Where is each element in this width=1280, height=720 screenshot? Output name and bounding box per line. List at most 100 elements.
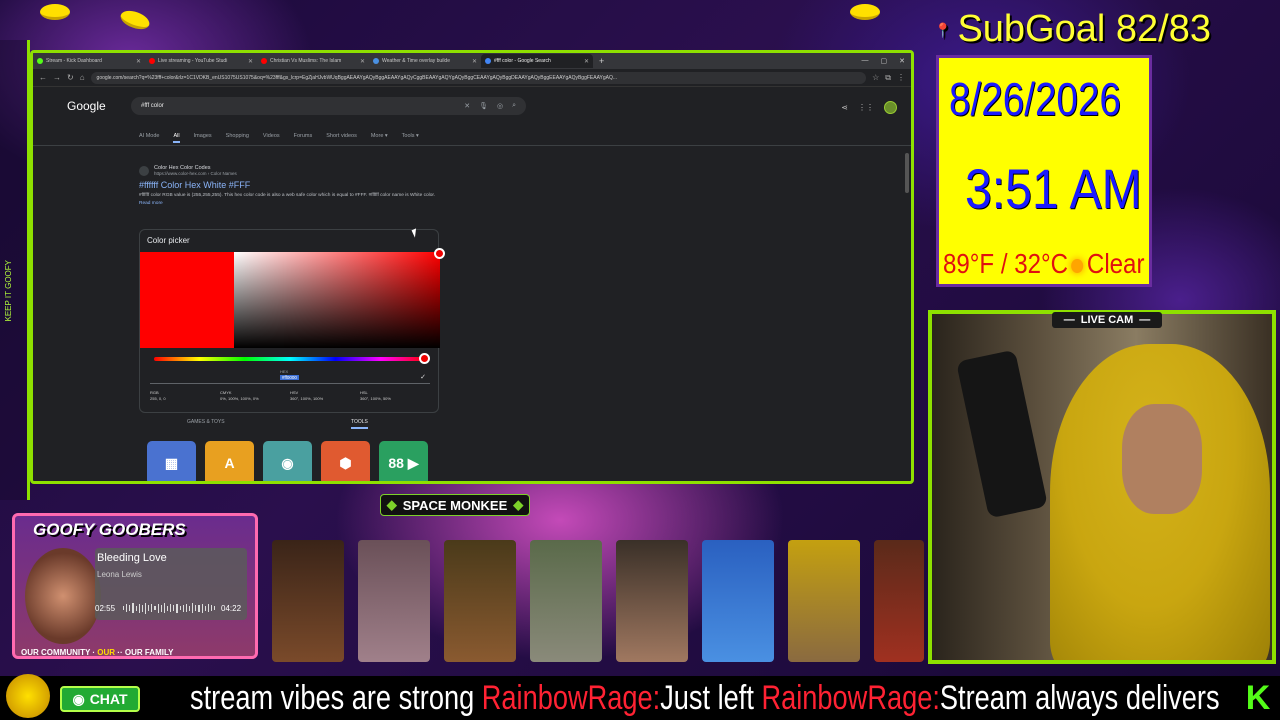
scrollbar[interactable] <box>905 153 909 193</box>
color-value[interactable]: CMYK 0%, 100%, 100%, 0% <box>220 390 290 402</box>
close-icon[interactable]: ✕ <box>899 57 905 65</box>
tab-close-icon[interactable]: ✕ <box>584 58 589 65</box>
waveform-bar <box>123 606 125 610</box>
chat-button[interactable]: ◉ CHAT <box>60 686 140 712</box>
saturation-value-area[interactable] <box>234 252 440 348</box>
voice-search-icon[interactable]: 🎙 <box>479 102 488 110</box>
color-value[interactable]: HSV 360°, 100%, 100% <box>290 390 360 402</box>
song-duration: 04:22 <box>221 604 242 613</box>
hex-value[interactable]: #ff0000 <box>280 375 299 380</box>
apps-grid-icon[interactable]: ⋮⋮ <box>858 103 874 112</box>
browser-window: Stream - Kick Dashboard ✕ Live streaming -… <box>30 50 914 484</box>
tab-favicon-icon <box>37 58 43 64</box>
tools-tab[interactable]: TOOLS <box>351 419 368 429</box>
search-tab[interactable]: Shopping <box>226 133 249 143</box>
reload-icon[interactable]: ↻ <box>67 73 74 82</box>
result-title-link[interactable]: #ffffff Color Hex White #FFF <box>139 180 439 190</box>
translate-app-icon[interactable]: A <box>205 441 254 481</box>
tab-close-icon[interactable]: ✕ <box>360 58 365 65</box>
waveform-bar <box>182 604 184 612</box>
tab-close-icon[interactable]: ✕ <box>248 58 253 65</box>
read-more-link[interactable]: Read more <box>139 201 163 206</box>
selected-color-swatch <box>140 252 234 348</box>
home-icon[interactable]: ⌂ <box>80 73 85 82</box>
waveform-bar <box>210 605 213 611</box>
avatar <box>530 540 602 662</box>
waveform-bar <box>151 604 153 612</box>
chat-icon: ◉ <box>72 690 85 707</box>
check-icon[interactable]: ✓ <box>420 373 426 381</box>
site-cite[interactable]: https://www.color-hex.com › Color Names <box>154 171 237 176</box>
metronome-app-icon[interactable]: 88 ▶ <box>379 441 428 481</box>
browser-tab[interactable]: Christian Vs Muslims: The Islam ✕ <box>257 54 369 68</box>
bookmark-star-icon[interactable]: ☆ <box>872 73 879 82</box>
waveform-bar <box>176 603 178 613</box>
waveform-bar <box>185 604 187 612</box>
earth-app-icon[interactable]: ◉ <box>263 441 312 481</box>
tab-close-icon[interactable]: ✕ <box>136 58 141 65</box>
search-tab[interactable]: Videos <box>263 133 280 143</box>
chat-username: RainbowRage: <box>481 679 661 717</box>
browser-tab[interactable]: Live streaming - YouTube Studi ✕ <box>145 54 257 68</box>
search-tab[interactable]: More ▾ <box>371 133 388 143</box>
tab-bar: Stream - Kick Dashboard ✕ Live streaming -… <box>33 53 911 69</box>
search-tab[interactable]: All <box>173 133 180 143</box>
sun-icon <box>1071 258 1084 273</box>
browser-tab[interactable]: Stream - Kick Dashboard ✕ <box>33 54 145 68</box>
calculator-app-icon[interactable]: ▦ <box>147 441 196 481</box>
forward-icon[interactable]: → <box>53 73 61 82</box>
games-toys-tab[interactable]: GAMES & TOYS <box>187 419 225 425</box>
menu-icon[interactable]: ⋮ <box>897 73 905 82</box>
banana-icon <box>40 4 70 20</box>
album-art <box>25 548 101 644</box>
lens-icon[interactable]: ◎ <box>497 102 503 110</box>
color-value-text: 255, 0, 0 <box>150 396 166 401</box>
color-value[interactable]: HSL 360°, 100%, 50% <box>360 390 430 402</box>
song-artist: Leona Lewis <box>97 570 142 579</box>
search-tab[interactable]: Short videos <box>326 133 357 143</box>
new-tab-button[interactable]: + <box>593 56 610 66</box>
waveform-bar <box>204 605 206 611</box>
search-tab[interactable]: Forums <box>294 133 313 143</box>
search-icon[interactable]: ⌕ <box>512 102 516 110</box>
search-tab[interactable]: Images <box>194 133 212 143</box>
chat-message: stream vibes are strong <box>190 679 482 717</box>
dice-app-icon[interactable]: ⬢ <box>321 441 370 481</box>
search-tabs: AI Mode All Images Shopping Videos Forums Shor… <box>139 133 419 143</box>
clear-icon[interactable]: ✕ <box>464 102 470 110</box>
saturation-knob[interactable] <box>434 248 445 259</box>
browser-tab[interactable]: Weather & Time overlay builde ✕ <box>369 54 481 68</box>
duck-logo-icon <box>6 674 50 718</box>
extensions-icon[interactable]: ⧉ <box>885 73 891 83</box>
search-input[interactable]: #fff color ✕ 🎙 ◎ ⌕ <box>131 97 526 115</box>
avatar <box>616 540 688 662</box>
color-value[interactable]: RGB 255, 0, 0 <box>150 390 220 402</box>
waveform-bar <box>163 603 165 613</box>
tab-close-icon[interactable]: ✕ <box>472 58 477 65</box>
minimize-icon[interactable]: — <box>862 57 869 65</box>
weather-display: 89°F / 32°C Clear <box>943 248 1145 279</box>
hex-field[interactable]: HEX #ff0000 ✓ <box>150 369 430 384</box>
avatar[interactable] <box>884 101 897 114</box>
waveform-bar <box>160 604 162 612</box>
avatar <box>358 540 430 662</box>
waveform-bar <box>135 605 137 611</box>
banana-icon <box>850 4 880 20</box>
maximize-icon[interactable]: ▢ <box>881 57 888 65</box>
hue-knob[interactable] <box>419 353 430 364</box>
back-icon[interactable]: ← <box>39 73 47 82</box>
avatar <box>788 540 860 662</box>
avatar <box>444 540 516 662</box>
search-tab[interactable]: Tools ▾ <box>402 133 419 143</box>
google-logo[interactable]: Google <box>67 99 106 113</box>
waveform-bar <box>173 605 175 611</box>
browser-tab[interactable]: #fff color - Google Search ✕ <box>481 54 593 68</box>
share-icon[interactable]: ⋖ <box>841 103 848 112</box>
search-tab[interactable]: AI Mode <box>139 133 159 143</box>
color-picker-title: Color picker <box>147 236 190 245</box>
waveform-bar <box>201 603 203 613</box>
chat-message: Just left <box>660 679 762 717</box>
hue-slider[interactable] <box>154 357 426 361</box>
waveform <box>123 602 216 614</box>
address-bar[interactable]: google.com/search?q=%23fff+color&rlz=1C1… <box>90 71 867 84</box>
